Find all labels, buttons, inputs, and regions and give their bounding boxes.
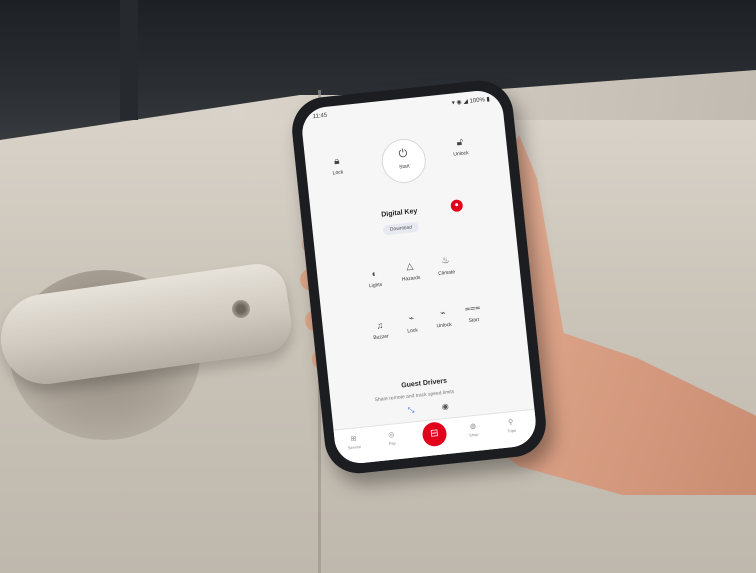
guest-drivers-title: Guest Drivers bbox=[400, 377, 448, 390]
shop-icon: ◍ bbox=[469, 422, 477, 431]
climate-icon: ♨ bbox=[440, 254, 450, 266]
status-time: 11:45 bbox=[312, 112, 328, 121]
nav-trips[interactable]: ⚲ Trips bbox=[497, 417, 524, 435]
buzzer-button[interactable]: ♫ Buzzer bbox=[362, 319, 398, 342]
nav-car-remote[interactable]: ⊟ bbox=[421, 421, 448, 448]
digital-key-title: Digital Key bbox=[380, 207, 418, 219]
window-frame bbox=[120, 0, 138, 120]
bottom-nav: ⊞ Service ◎ Pay ⊟ ◍ Shop ⚲ Trips bbox=[333, 408, 539, 466]
status-icons: ▾ ◉ ◢ 100% ▮ bbox=[451, 96, 491, 107]
trips-icon: ⚲ bbox=[507, 418, 514, 427]
photo-background: 11:45 ▾ ◉ ◢ 100% ▮ 🔒︎ Lock ⏻ Start 🔓︎ Un… bbox=[0, 0, 756, 573]
buzzer-icon: ♫ bbox=[375, 320, 384, 331]
hazards-button[interactable]: △ Hazards bbox=[392, 259, 428, 283]
lock-button[interactable]: 🔒︎ Lock bbox=[331, 155, 343, 177]
lock-remote-icon: ⌁ bbox=[408, 312, 415, 324]
share-icon[interactable]: ⤡ bbox=[407, 405, 414, 416]
unlock-icon: 🔓︎ bbox=[456, 136, 464, 149]
lock-icon: 🔒︎ bbox=[333, 155, 340, 168]
hazards-icon: △ bbox=[405, 260, 414, 272]
remote-top-controls: 🔒︎ Lock ⏻ Start 🔓︎ Unlock bbox=[304, 126, 511, 207]
power-icon: ⏻ bbox=[398, 147, 409, 161]
download-button[interactable]: Download bbox=[382, 221, 420, 236]
lights-icon: ◐ bbox=[371, 268, 378, 279]
alert-badge[interactable]: ● bbox=[450, 199, 464, 213]
start-button[interactable]: ⏻ Start bbox=[379, 136, 428, 186]
speed-icon[interactable]: ◉ bbox=[441, 402, 449, 412]
lock-remote-button[interactable]: ⌁ Lock bbox=[394, 311, 430, 335]
service-icon: ⊞ bbox=[350, 435, 357, 444]
pay-icon: ◎ bbox=[387, 431, 395, 440]
nav-shop[interactable]: ◍ Shop bbox=[460, 421, 487, 439]
start-remote-button[interactable]: ⩶ Start bbox=[455, 301, 491, 325]
unlock-button[interactable]: 🔓︎ Unlock bbox=[452, 136, 469, 158]
nav-pay[interactable]: ◎ Pay bbox=[378, 429, 405, 447]
nav-service[interactable]: ⊞ Service bbox=[340, 433, 367, 451]
car-icon: ⊟ bbox=[429, 427, 440, 440]
lights-button[interactable]: ◐ Lights bbox=[357, 267, 393, 290]
phone-screen: 11:45 ▾ ◉ ◢ 100% ▮ 🔒︎ Lock ⏻ Start 🔓︎ Un… bbox=[299, 88, 539, 466]
climate-button[interactable]: ♨ Climate bbox=[428, 253, 464, 277]
smartphone: 11:45 ▾ ◉ ◢ 100% ▮ 🔒︎ Lock ⏻ Start 🔓︎ Un… bbox=[288, 77, 550, 477]
keyhole bbox=[232, 300, 250, 318]
status-bar: 11:45 ▾ ◉ ◢ 100% ▮ bbox=[312, 96, 490, 125]
start-remote-icon: ⩶ bbox=[464, 301, 481, 314]
